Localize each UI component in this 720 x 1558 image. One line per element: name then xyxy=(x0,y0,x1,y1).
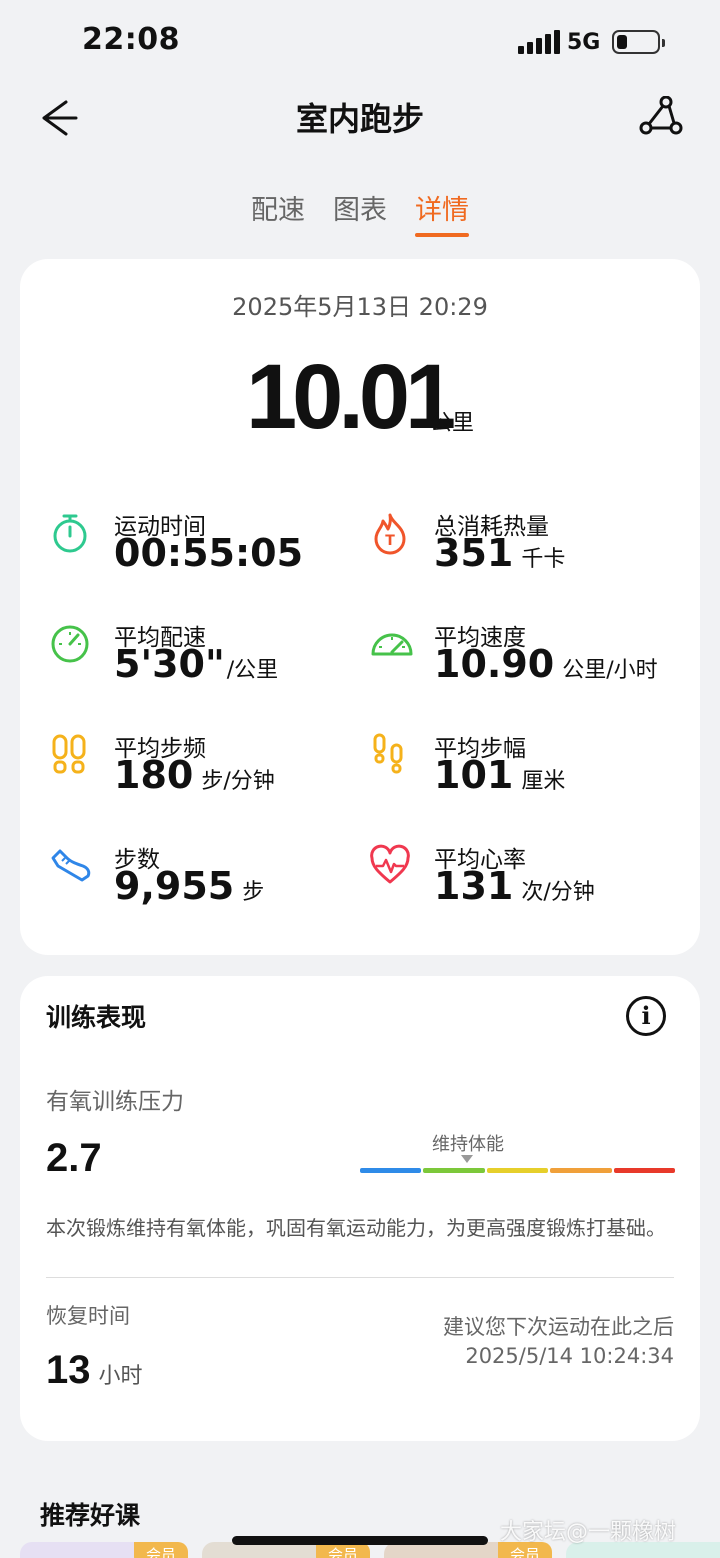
metric-number: 5'30" xyxy=(114,642,225,686)
scale-segment xyxy=(613,1168,676,1173)
watermark: 大家坛@一颗橡树 xyxy=(500,1520,677,1545)
metric-unit: 厘米 xyxy=(521,769,566,794)
svg-text:T: T xyxy=(385,533,395,549)
stopwatch-icon xyxy=(50,511,94,555)
next-workout-time: 2025/5/14 10:24:34 xyxy=(465,1344,674,1368)
recovery-label: 恢复时间 xyxy=(46,1304,130,1328)
summary-card: 2025年5月13日 20:29 10.01 公里 运动时间 00:55:05 … xyxy=(20,259,700,955)
metric-number: 101 xyxy=(434,753,514,797)
section-title: 训练表现 xyxy=(46,1003,147,1032)
metric-cadence: 平均步频 180 步/分钟 xyxy=(50,733,350,823)
intensity-scale xyxy=(360,1168,676,1173)
recommend-title: 推荐好课 xyxy=(40,1501,141,1530)
metric-unit: 千卡 xyxy=(521,547,566,572)
status-time: 22:08 xyxy=(82,22,180,57)
aerobic-label: 有氧训练压力 xyxy=(46,1089,184,1115)
stride-footprints-icon xyxy=(370,733,414,777)
metric-value: 10.90 公里/小时 xyxy=(434,642,658,686)
recovery-number: 13 xyxy=(46,1348,91,1392)
workout-datetime: 2025年5月13日 20:29 xyxy=(232,293,488,321)
home-indicator[interactable] xyxy=(232,1536,488,1545)
metric-number: 180 xyxy=(114,753,194,797)
metric-number: 351 xyxy=(434,531,514,575)
metric-number: 00:55:05 xyxy=(114,531,304,575)
battery-icon xyxy=(612,30,665,54)
tab-pace[interactable]: 配速 xyxy=(251,188,305,235)
speedometer-icon xyxy=(370,622,414,666)
footprints-icon xyxy=(50,733,94,777)
course-card[interactable]: 会员 xyxy=(20,1542,188,1558)
route-share-icon[interactable] xyxy=(638,95,684,136)
metric-number: 10.90 xyxy=(434,642,555,686)
metric-value: 180 步/分钟 xyxy=(114,753,275,797)
metric-unit: 次/分钟 xyxy=(521,880,595,905)
scale-label: 维持体能 xyxy=(432,1134,504,1155)
shoe-icon xyxy=(50,844,94,888)
distance-value: 10.01 xyxy=(246,346,456,448)
metric-value: 9,955 步 xyxy=(114,864,264,908)
training-description: 本次锻炼维持有氧体能，巩固有氧运动能力，为更高强度锻炼打基础。 xyxy=(46,1216,666,1240)
distance-unit: 公里 xyxy=(430,411,475,436)
metric-value: 00:55:05 xyxy=(114,531,303,575)
heart-rate-icon xyxy=(370,844,414,888)
metric-value: 101 厘米 xyxy=(434,753,565,797)
metric-value: 5'30"/公里 xyxy=(114,642,278,686)
metric-unit: 公里/小时 xyxy=(562,658,658,683)
recovery-value: 13 小时 xyxy=(46,1348,143,1393)
info-icon[interactable]: i xyxy=(626,996,666,1036)
signal-icon xyxy=(518,30,560,54)
metric-avg-pace: 平均配速 5'30"/公里 xyxy=(50,622,350,712)
metric-avg-speed: 平均速度 10.90 公里/小时 xyxy=(370,622,670,712)
scale-segment xyxy=(360,1168,422,1173)
metric-value: 131 次/分钟 xyxy=(434,864,595,908)
tab-charts[interactable]: 图表 xyxy=(333,188,387,235)
metric-unit: 步 xyxy=(242,880,265,905)
flame-icon: T xyxy=(370,511,414,555)
tab-bar: 配速 图表 详情 xyxy=(0,188,720,237)
recovery-unit: 小时 xyxy=(98,1363,143,1388)
member-badge: 会员 xyxy=(133,1542,188,1558)
network-type: 5G xyxy=(567,30,601,55)
metric-number: 9,955 xyxy=(114,864,235,908)
metric-value: 351 千卡 xyxy=(434,531,565,575)
scale-segment xyxy=(550,1168,612,1173)
metric-duration: 运动时间 00:55:05 xyxy=(50,511,350,601)
page-title: 室内跑步 xyxy=(295,100,424,138)
scale-marker xyxy=(461,1155,473,1163)
metric-unit: /公里 xyxy=(226,658,279,683)
metric-number: 131 xyxy=(434,864,514,908)
pace-gauge-icon xyxy=(50,622,94,666)
tab-details[interactable]: 详情 xyxy=(415,188,469,237)
divider xyxy=(46,1277,674,1278)
next-workout-note: 建议您下次运动在此之后 xyxy=(443,1315,674,1339)
metric-heart-rate: 平均心率 131 次/分钟 xyxy=(370,844,670,934)
training-card: 训练表现 i 有氧训练压力 2.7 维持体能 本次锻炼维持有氧体能，巩固有氧运动… xyxy=(20,976,700,1441)
metric-steps: 步数 9,955 步 xyxy=(50,844,350,934)
aerobic-value: 2.7 xyxy=(46,1136,102,1180)
scale-segment xyxy=(486,1168,549,1173)
metric-stride: 平均步幅 101 厘米 xyxy=(370,733,670,823)
metric-calories: T 总消耗热量 351 千卡 xyxy=(370,511,670,601)
scale-segment xyxy=(423,1168,485,1173)
metric-unit: 步/分钟 xyxy=(201,769,275,794)
